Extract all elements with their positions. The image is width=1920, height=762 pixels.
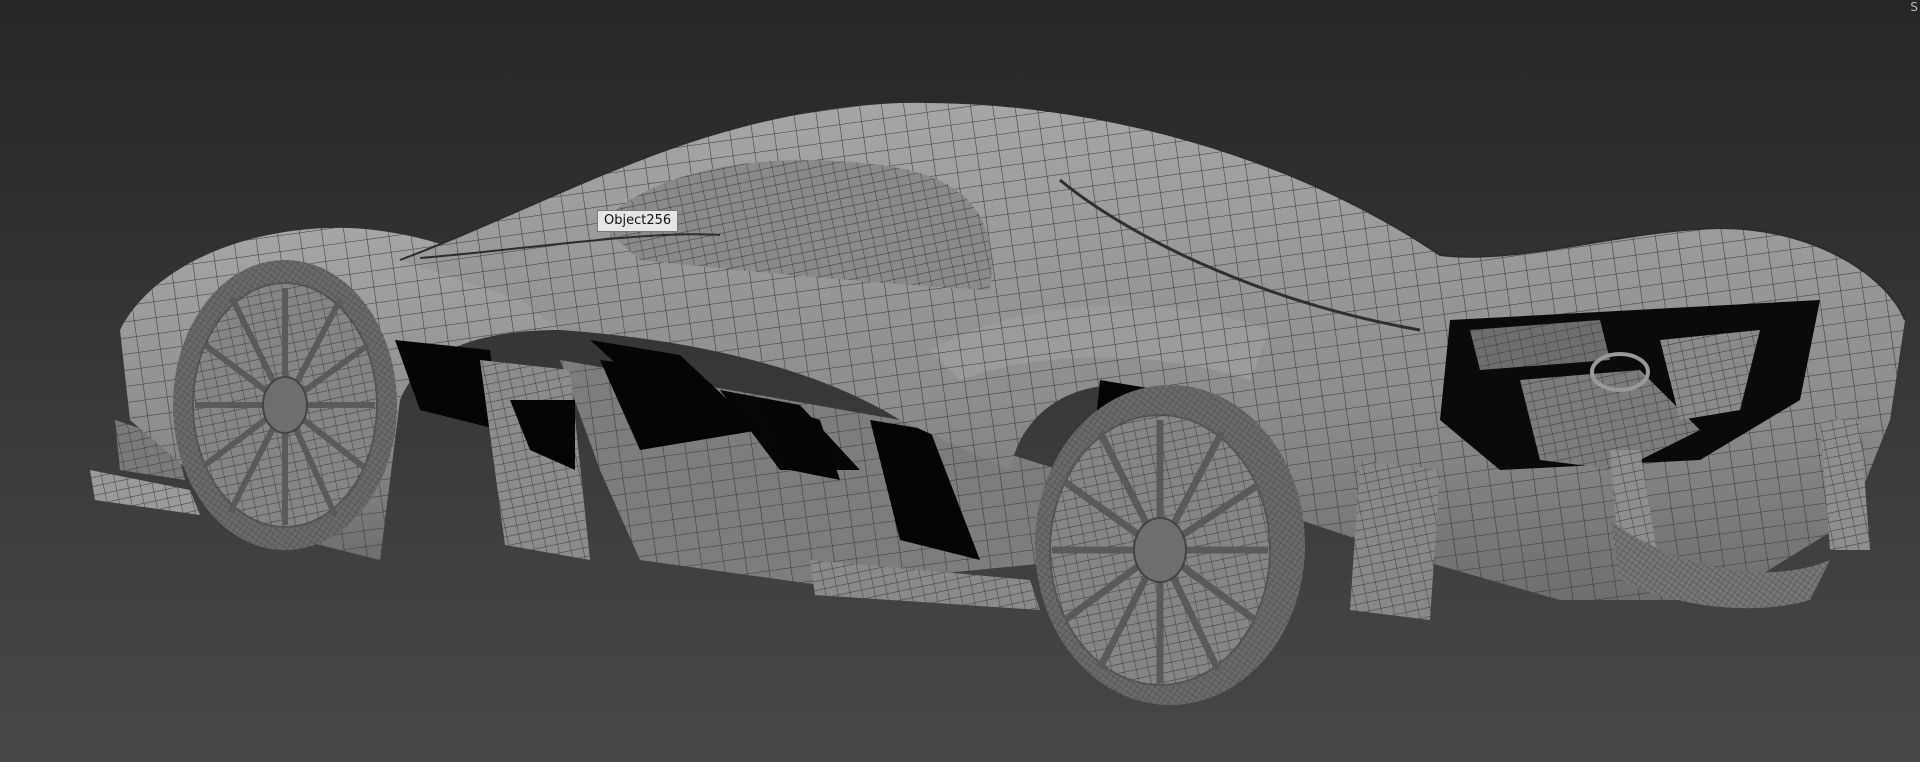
corner-indicator: S (1910, 0, 1918, 14)
car-wireframe-model[interactable] (0, 0, 1920, 762)
rear-wheel (1035, 385, 1305, 705)
object-name-tooltip: Object256 (597, 210, 679, 232)
3d-viewport[interactable]: Object256 S (0, 0, 1920, 762)
front-wheel (173, 260, 397, 550)
